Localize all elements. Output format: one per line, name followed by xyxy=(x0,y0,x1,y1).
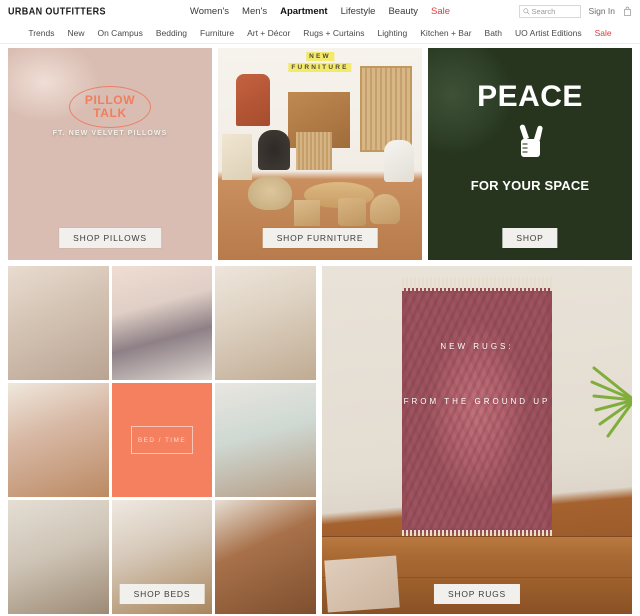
peace-hand-icon xyxy=(519,124,543,157)
furniture-chair-cream xyxy=(222,134,252,180)
hero-tile-row: PILLOW TALK FT. NEW VELVET PILLOWS SHOP … xyxy=(8,48,632,260)
bed-time-label: BED / TIME xyxy=(137,436,187,444)
search-placeholder: Search xyxy=(531,6,556,16)
hanging-rug-photo xyxy=(402,277,552,544)
hero-tile-peace[interactable]: PEACE FOR YOUR SPACE SHOP xyxy=(428,48,632,260)
sign-in-link[interactable]: Sign In xyxy=(589,6,615,16)
furniture-stool-right xyxy=(370,194,400,224)
site-logo[interactable]: URBAN OUTFITTERS xyxy=(8,5,106,17)
furniture-cabinet-rattan xyxy=(360,66,412,152)
bed-grid-cell[interactable] xyxy=(8,383,109,497)
furniture-chair-black xyxy=(258,130,290,170)
furniture-chair-cane xyxy=(296,132,332,170)
bed-grid-cell[interactable] xyxy=(111,266,213,380)
rug-fringe-top xyxy=(402,277,552,291)
shop-furniture-button[interactable]: SHOP FURNITURE xyxy=(262,228,378,248)
shop-peace-button[interactable]: SHOP xyxy=(502,228,558,248)
subnav-item-bath[interactable]: Bath xyxy=(485,28,503,38)
bed-time-overlay[interactable]: BED / TIME xyxy=(111,383,213,497)
category-navigation: Trends New On Campus Bedding Furniture A… xyxy=(0,22,640,44)
primary-nav-item-sale[interactable]: Sale xyxy=(431,6,450,17)
primary-nav-item-lifestyle[interactable]: Lifestyle xyxy=(341,6,376,17)
subnav-item-furniture[interactable]: Furniture xyxy=(200,28,234,38)
hero-tile-pillows[interactable]: PILLOW TALK FT. NEW VELVET PILLOWS SHOP … xyxy=(8,48,212,260)
primary-nav-item-womens[interactable]: Women's xyxy=(190,6,229,17)
hero-tile-furniture[interactable]: NEW FURNITURE SHOP FURNITURE xyxy=(218,48,422,260)
bed-grid-cell[interactable] xyxy=(215,500,316,614)
pillow-talk-title-line2: TALK xyxy=(93,106,127,120)
page-content: PILLOW TALK FT. NEW VELVET PILLOWS SHOP … xyxy=(0,44,640,614)
new-furniture-label-line2: FURNITURE xyxy=(288,63,352,72)
primary-nav-item-beauty[interactable]: Beauty xyxy=(388,6,418,17)
pillow-talk-subtitle: FT. NEW VELVET PILLOWS xyxy=(52,130,168,137)
beds-photo-grid[interactable]: BED / TIME SHOP BEDS xyxy=(8,266,316,614)
subnav-item-new[interactable]: New xyxy=(67,28,84,38)
furniture-drum-stool xyxy=(338,198,366,226)
bed-grid-cell[interactable] xyxy=(215,383,316,497)
bed-grid-cell[interactable] xyxy=(8,266,109,380)
shop-pillows-button[interactable]: SHOP PILLOWS xyxy=(59,228,161,248)
shopping-bag-icon[interactable] xyxy=(623,6,632,16)
shop-rugs-button[interactable]: SHOP RUGS xyxy=(433,584,521,604)
pillow-talk-badge: PILLOW TALK xyxy=(69,86,151,128)
rugs-promo-tile[interactable]: NEW RUGS: FROM THE GROUND UP SHOP RUGS xyxy=(322,266,632,614)
subnav-item-kitchen-bar[interactable]: Kitchen + Bar xyxy=(420,28,471,38)
sofa-pillow xyxy=(324,555,400,613)
furniture-chair-red xyxy=(236,74,270,126)
subnav-item-on-campus[interactable]: On Campus xyxy=(97,28,142,38)
subnav-item-art-decor[interactable]: Art + Décor xyxy=(247,28,290,38)
shop-beds-button[interactable]: SHOP BEDS xyxy=(119,584,205,604)
rugs-headline-line1: NEW RUGS: xyxy=(440,342,514,351)
bed-time-box: BED / TIME xyxy=(130,426,193,454)
subnav-item-sale[interactable]: Sale xyxy=(595,28,612,38)
search-input[interactable]: Search xyxy=(518,4,581,18)
furniture-stool-left xyxy=(294,200,320,226)
header-utilities: Search Sign In xyxy=(518,4,632,18)
primary-nav-item-apartment[interactable]: Apartment xyxy=(280,6,328,17)
subnav-item-uo-artist-editions[interactable]: UO Artist Editions xyxy=(515,28,582,38)
subnav-item-lighting[interactable]: Lighting xyxy=(377,28,407,38)
top-header-bar: URBAN OUTFITTERS Women's Men's Apartment… xyxy=(0,0,640,22)
subnav-item-rugs-curtains[interactable]: Rugs + Curtains xyxy=(303,28,364,38)
rugs-headline-line2: FROM THE GROUND UP xyxy=(403,397,551,406)
lower-tile-row: BED / TIME SHOP BEDS NEW RUGS: FROM THE … xyxy=(8,266,632,614)
new-furniture-label: NEW FURNITURE xyxy=(288,52,352,72)
peace-subtitle: FOR YOUR SPACE xyxy=(470,178,590,193)
search-icon xyxy=(522,7,530,15)
bed-grid-cell[interactable] xyxy=(215,266,316,380)
new-furniture-label-line1: NEW xyxy=(306,52,334,61)
bed-grid-cell[interactable] xyxy=(8,500,109,614)
palm-plant-icon xyxy=(590,366,632,438)
subnav-item-bedding[interactable]: Bedding xyxy=(156,28,187,38)
subnav-item-trends[interactable]: Trends xyxy=(28,28,54,38)
furniture-basket xyxy=(248,176,292,210)
primary-nav-item-mens[interactable]: Men's xyxy=(242,6,267,17)
peace-title: PEACE xyxy=(477,80,583,113)
furniture-chair-white xyxy=(384,140,414,182)
